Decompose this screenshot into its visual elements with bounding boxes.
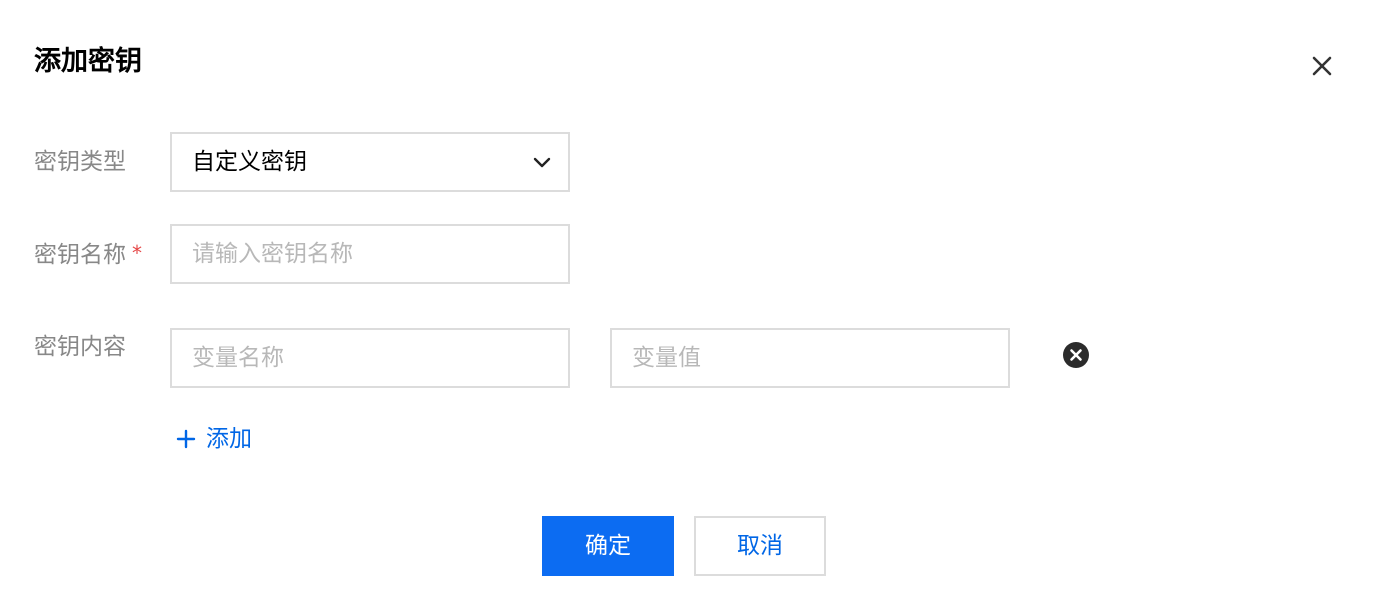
add-variable-label: 添加 [206, 426, 252, 452]
chevron-down-icon [533, 157, 551, 168]
key-name-label: 密钥名称 * [34, 240, 142, 270]
confirm-button[interactable]: 确定 [542, 516, 674, 576]
key-type-value: 自定义密钥 [192, 149, 307, 175]
close-icon[interactable] [1308, 52, 1336, 80]
plus-icon [176, 429, 196, 449]
required-mark: * [132, 241, 142, 265]
key-name-input[interactable]: 请输入密钥名称 [170, 224, 570, 284]
key-content-label: 密钥内容 [34, 334, 126, 360]
key-name-label-text: 密钥名称 [34, 242, 126, 268]
add-key-dialog: 添加密钥 密钥类型 自定义密钥 密钥名称 * 请输入密钥名称 密钥内容 变量名称 … [0, 0, 1374, 614]
variable-value-input[interactable]: 变量值 [610, 328, 1010, 388]
key-type-label: 密钥类型 [34, 149, 126, 175]
cancel-button[interactable]: 取消 [694, 516, 826, 576]
key-type-select[interactable]: 自定义密钥 [170, 132, 570, 192]
dialog-title: 添加密钥 [34, 46, 142, 77]
remove-circle-icon[interactable] [1062, 341, 1090, 369]
variable-name-input[interactable]: 变量名称 [170, 328, 570, 388]
add-variable-link[interactable]: 添加 [176, 424, 252, 454]
